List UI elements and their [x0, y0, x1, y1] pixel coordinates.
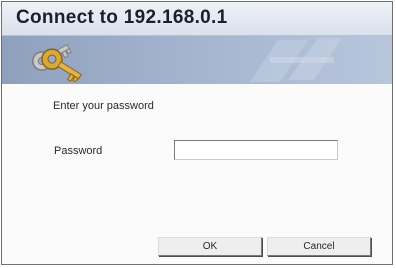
banner-watermark-icon	[250, 38, 342, 82]
cancel-button[interactable]: Cancel	[267, 237, 371, 256]
login-dialog: Connect to 192.168.0.1 Enter your passwo…	[1, 1, 393, 265]
dialog-title: Connect to 192.168.0.1	[16, 7, 228, 28]
ok-button[interactable]: OK	[158, 237, 262, 256]
keys-icon	[32, 44, 82, 82]
dialog-banner	[2, 36, 392, 84]
password-label: Password	[54, 145, 103, 157]
password-input[interactable]	[174, 140, 338, 160]
password-prompt-text: Enter your password	[53, 100, 154, 112]
title-bar[interactable]: Connect to 192.168.0.1	[2, 2, 392, 36]
